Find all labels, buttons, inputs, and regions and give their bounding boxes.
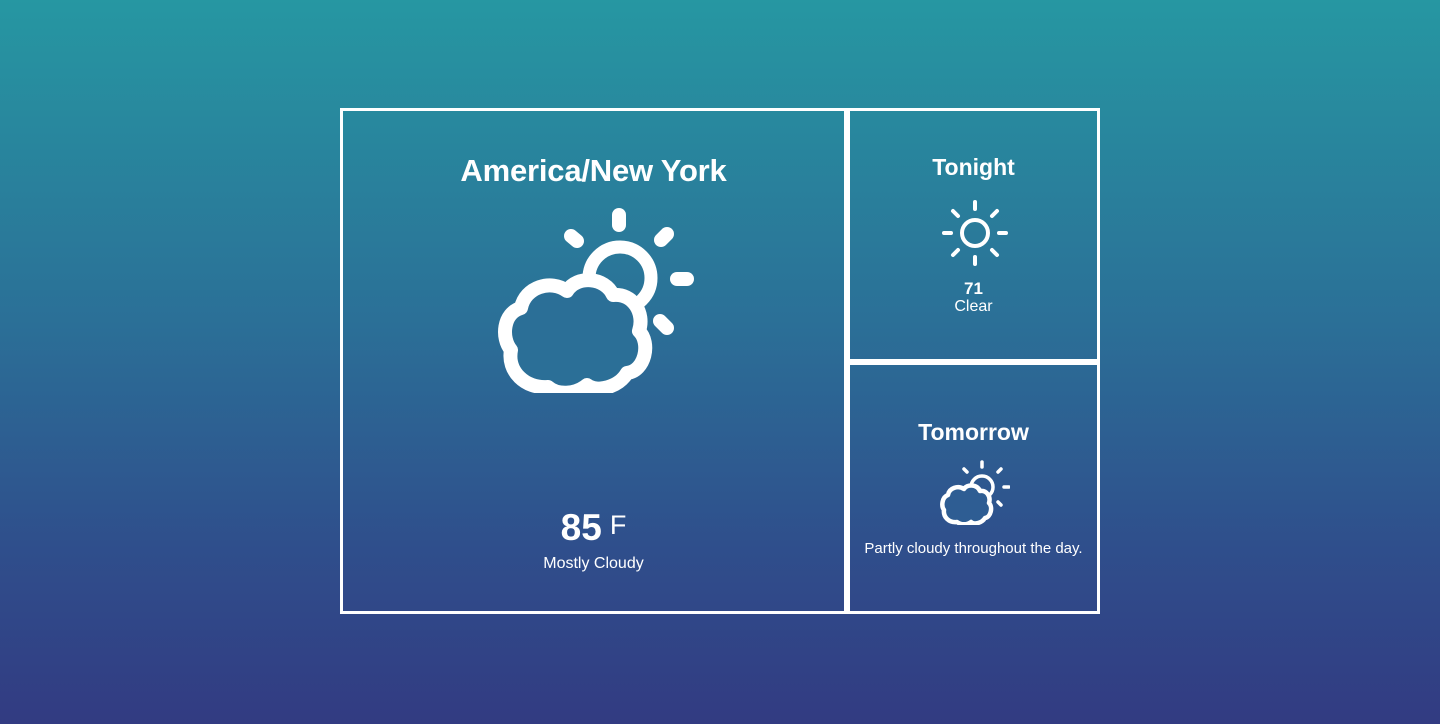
current-summary: Mostly Cloudy: [543, 555, 644, 572]
tonight-title: Tonight: [932, 154, 1015, 180]
partly-cloudy-icon: [498, 208, 694, 393]
current-weather-panel: America/New York 85 F Mostly Cloudy: [340, 108, 847, 614]
tomorrow-summary: Partly cloudy throughout the day.: [864, 540, 1083, 557]
temperature-unit: F: [609, 510, 627, 540]
sun-icon: [942, 200, 1008, 266]
current-temperature: 85 F: [343, 509, 844, 555]
tomorrow-panel: Tomorrow Partly cloudy throughout the da…: [847, 362, 1100, 614]
temperature-value: 85: [560, 507, 602, 548]
tomorrow-title: Tomorrow: [918, 419, 1029, 445]
weather-widget: America/New York 85 F Mostly Cloudy Tonig…: [340, 108, 1100, 614]
tonight-temperature: 71: [964, 279, 983, 298]
tonight-summary: Clear: [954, 298, 993, 315]
tonight-panel: Tonight 71 Clear: [847, 108, 1100, 362]
location-title: America/New York: [460, 153, 727, 188]
partly-cloudy-icon: [940, 460, 1010, 525]
